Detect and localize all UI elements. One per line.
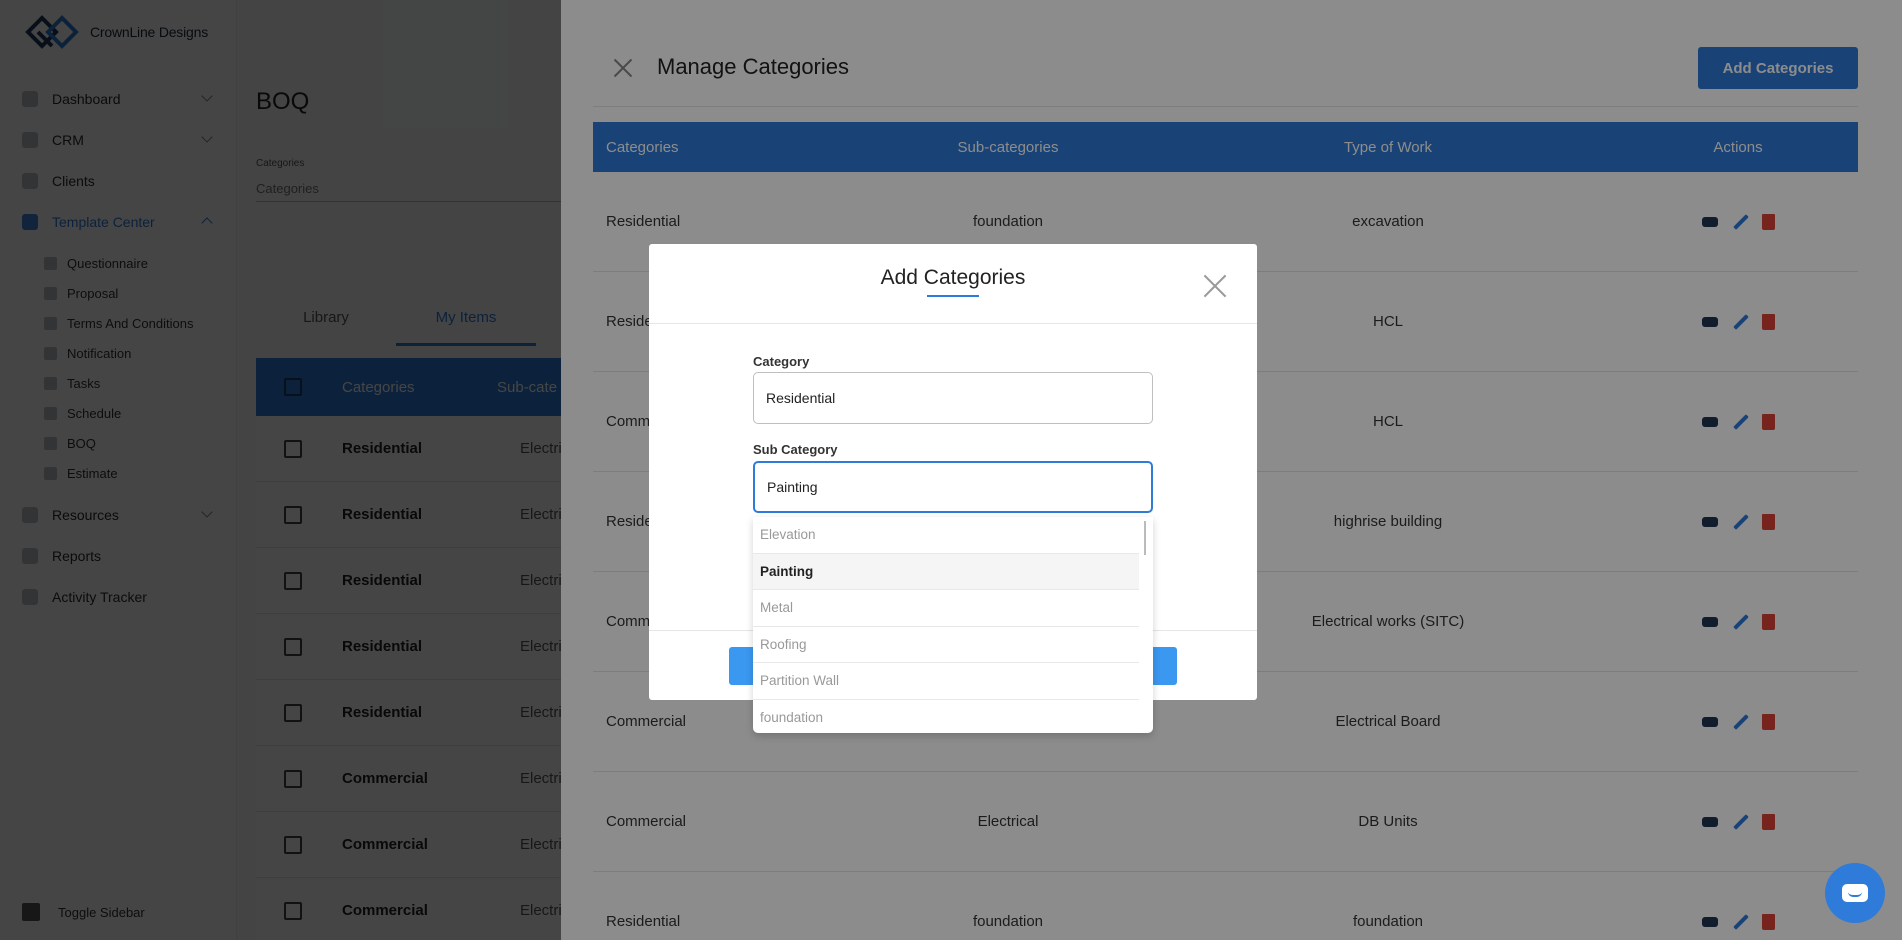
category-field[interactable] <box>753 372 1153 424</box>
category-label: Category <box>753 354 810 369</box>
chat-button[interactable] <box>1825 863 1885 923</box>
title-underline <box>927 295 979 297</box>
modal-title: Add Categories <box>880 266 1026 289</box>
chat-icon <box>1842 884 1868 902</box>
dropdown-option[interactable]: Elevation <box>753 517 1139 554</box>
sub-category-dropdown: Elevation Painting Metal Roofing Partition W… <box>753 517 1153 733</box>
close-icon[interactable] <box>1203 274 1227 298</box>
dropdown-option[interactable]: Painting <box>753 553 1139 590</box>
sub-category-field[interactable] <box>753 461 1153 513</box>
dropdown-option[interactable]: Partition Wall <box>753 663 1139 700</box>
sub-category-label: Sub Category <box>753 442 838 457</box>
dropdown-option[interactable]: Metal <box>753 590 1139 627</box>
dropdown-option[interactable]: foundation <box>753 700 1139 734</box>
dropdown-scrollbar[interactable] <box>1144 521 1146 555</box>
dropdown-option[interactable]: Roofing <box>753 627 1139 663</box>
divider <box>649 323 1257 324</box>
